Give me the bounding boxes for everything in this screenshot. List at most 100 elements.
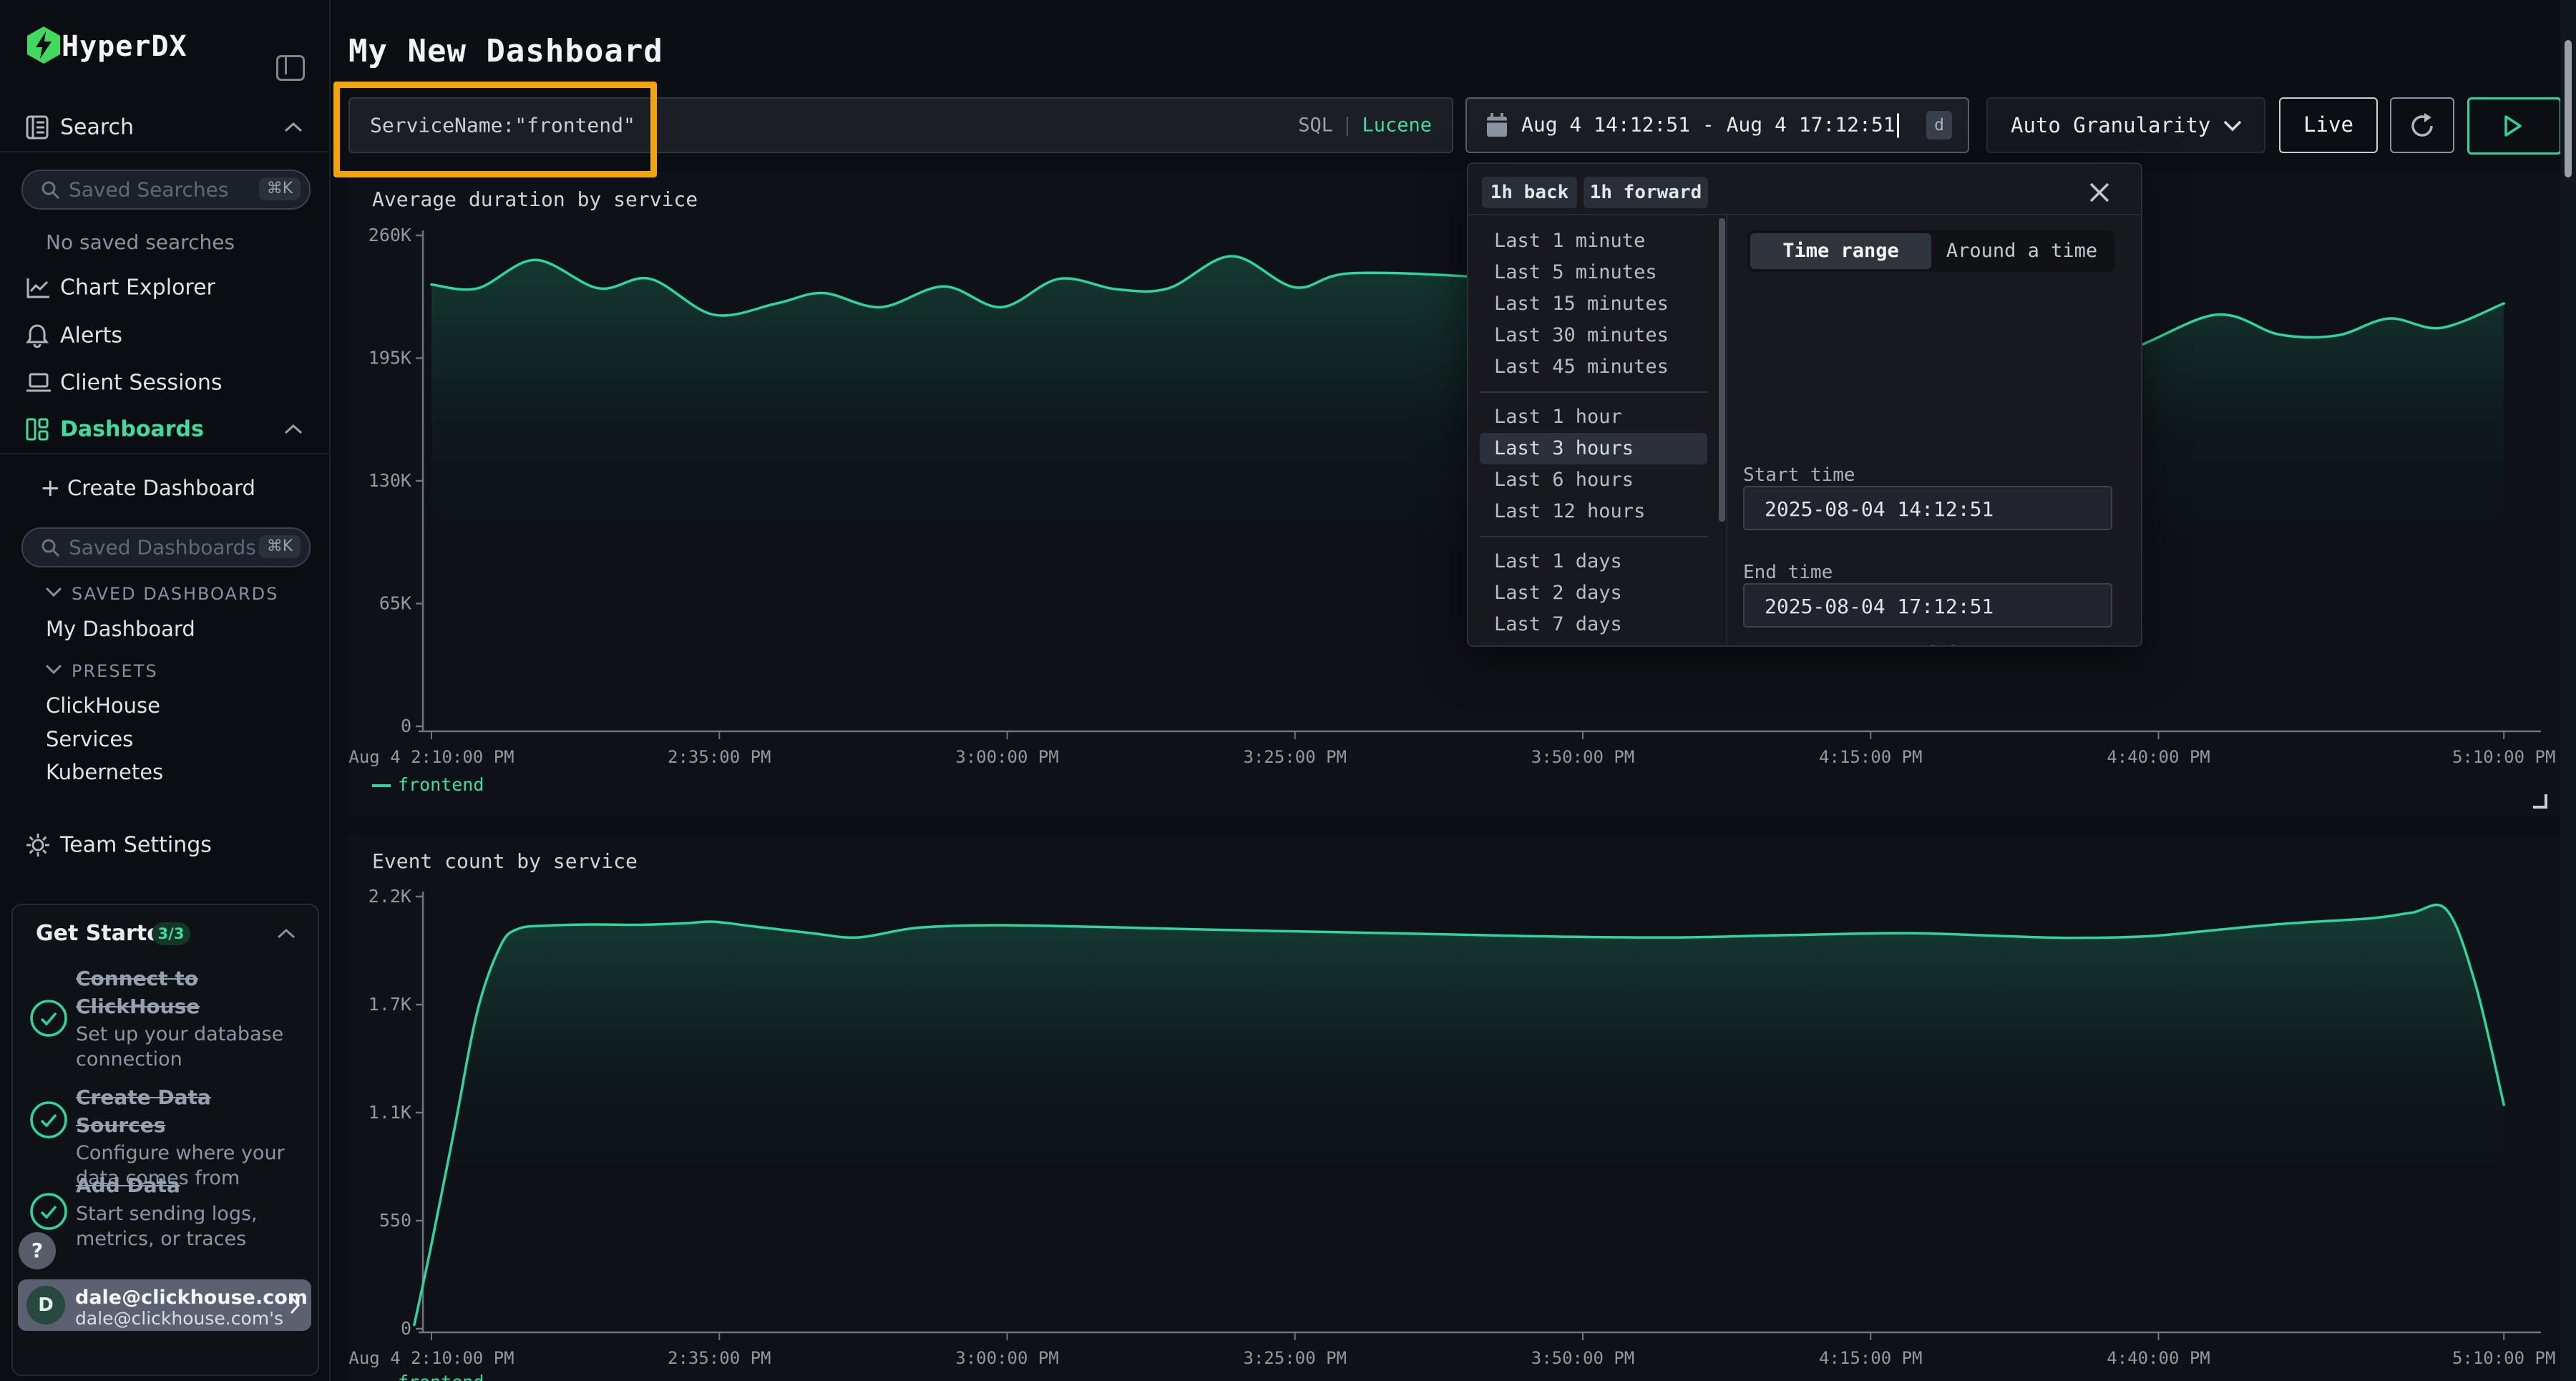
avatar: D: [26, 1286, 65, 1324]
sidebar-item-chart-explorer[interactable]: Chart Explorer: [0, 269, 329, 306]
divider: [1480, 391, 1707, 393]
get-started-item-title: Add Data: [76, 1172, 305, 1200]
time-range-value: Aug 4 14:12:51 - Aug 4 17:12:51: [1521, 113, 1899, 138]
relative-time-option[interactable]: Last 45 minutes: [1480, 351, 1707, 383]
section-saved-dashboards[interactable]: SAVED DASHBOARDS: [72, 584, 278, 604]
chevron-down-icon: [44, 663, 63, 675]
check-circle-icon: [29, 998, 69, 1038]
chevron-down-icon: [2223, 119, 2243, 132]
relative-time-option[interactable]: Last 30 minutes: [1480, 320, 1707, 351]
svg-text:1.7K: 1.7K: [369, 994, 411, 1015]
get-started-item-desc: Start sending logs, metrics, or traces: [76, 1201, 305, 1251]
chart-panel-avg-duration: Average duration by service 065K130K195K…: [348, 172, 2569, 816]
close-icon[interactable]: [2087, 180, 2112, 205]
divider: [1480, 536, 1707, 537]
sidebar-item-label: Search: [60, 115, 134, 140]
svg-text:1.1K: 1.1K: [369, 1102, 411, 1123]
tab-around-a-time[interactable]: Around a time: [1931, 233, 2112, 269]
sidebar-preset-clickhouse[interactable]: ClickHouse: [46, 693, 160, 718]
sql-mode-toggle[interactable]: SQL: [1298, 114, 1333, 137]
chevron-up-icon: [283, 424, 303, 435]
sidebar-item-team-settings[interactable]: Team Settings: [0, 826, 329, 864]
page-scrollbar-thumb[interactable]: [2565, 40, 2572, 177]
relative-time-option[interactable]: Last 2 days: [1480, 577, 1707, 609]
granularity-select[interactable]: Auto Granularity: [1986, 97, 2265, 153]
relative-time-option[interactable]: Last 1 hour: [1480, 401, 1707, 433]
svg-text:0: 0: [401, 1318, 411, 1339]
svg-text:4:15:00 PM: 4:15:00 PM: [1819, 747, 1923, 767]
svg-text:Aug 4 2:10:00 PM: Aug 4 2:10:00 PM: [348, 747, 514, 767]
help-button[interactable]: ?: [19, 1232, 56, 1269]
sidebar-item-label: Dashboards: [60, 417, 204, 442]
no-saved-searches-note: No saved searches: [46, 230, 235, 254]
line-chart: 05501.1K1.7K2.2KAug 4 2:10:00 PM2:35:00 …: [348, 834, 2569, 1381]
sidebar-item-label: Client Sessions: [60, 371, 222, 396]
shift-back-button[interactable]: 1h back: [1482, 177, 1577, 208]
time-range-input[interactable]: Aug 4 14:12:51 - Aug 4 17:12:51 d: [1465, 97, 1969, 153]
relative-time-option[interactable]: Last 6 hours: [1480, 464, 1707, 496]
relative-time-option[interactable]: Last 15 minutes: [1480, 288, 1707, 320]
sidebar-preset-kubernetes[interactable]: Kubernetes: [46, 760, 163, 784]
sidebar-item-alerts[interactable]: Alerts: [0, 317, 329, 354]
get-started-item-desc: Set up your database connection: [76, 1022, 305, 1072]
relative-time-option[interactable]: Last 7 days: [1480, 609, 1707, 640]
start-time-input[interactable]: 2025-08-04 14:12:51: [1743, 486, 2112, 530]
sidebar-dashboard-my-dashboard[interactable]: My Dashboard: [46, 617, 195, 641]
refresh-button[interactable]: [2390, 97, 2454, 153]
line-chart: 065K130K195K260KAug 4 2:10:00 PM2:35:00 …: [348, 172, 2569, 816]
tab-time-range[interactable]: Time range: [1750, 233, 1931, 269]
dashboard-filter-input[interactable]: ServiceName:"frontend" SQL | Lucene: [348, 97, 1453, 153]
section-presets[interactable]: PRESETS: [72, 661, 158, 681]
sidebar-preset-services[interactable]: Services: [46, 727, 133, 751]
relative-time-list: Last 1 minuteLast 5 minutesLast 15 minut…: [1468, 225, 1719, 647]
relative-time-option[interactable]: Last 1 minute: [1480, 225, 1707, 257]
divider: [0, 151, 329, 152]
sidebar-collapse-icon[interactable]: [276, 55, 305, 81]
list-scrollbar[interactable]: [1719, 218, 1725, 522]
relative-time-option[interactable]: Last 14 days: [1480, 640, 1707, 647]
relative-time-option[interactable]: Last 3 hours: [1480, 433, 1707, 464]
create-dashboard-button[interactable]: + Create Dashboard: [0, 469, 329, 507]
get-started-progress-badge: 3/3: [152, 922, 190, 945]
chevron-down-icon: [44, 586, 63, 597]
svg-text:65K: 65K: [379, 593, 411, 614]
svg-text:4:15:00 PM: 4:15:00 PM: [1819, 1348, 1923, 1368]
sidebar-item-client-sessions[interactable]: Client Sessions: [0, 364, 329, 401]
end-time-input[interactable]: 2025-08-04 17:12:51: [1743, 583, 2112, 628]
svg-text:5:10:00 PM: 5:10:00 PM: [2452, 747, 2556, 767]
svg-text:0: 0: [401, 716, 411, 736]
user-menu[interactable]: D dale@clickhouse.com dale@clickhouse.co…: [18, 1279, 311, 1331]
relative-time-option[interactable]: Last 12 hours: [1480, 496, 1707, 527]
hyperdx-logo-icon: [26, 26, 62, 64]
chart-legend[interactable]: frontend: [372, 1372, 484, 1381]
relative-time-option[interactable]: Last 5 minutes: [1480, 257, 1707, 288]
saved-dashboards-input[interactable]: Saved Dashboards ⌘K: [21, 527, 311, 567]
sidebar-item-dashboards[interactable]: Dashboards: [0, 411, 329, 448]
svg-text:260K: 260K: [369, 225, 411, 245]
chevron-up-icon[interactable]: [276, 928, 296, 940]
page-scrollbar-track[interactable]: [2560, 0, 2576, 1381]
relative-time-option[interactable]: Last 1 days: [1480, 546, 1707, 577]
chart-legend[interactable]: frontend: [372, 774, 484, 795]
panel-resize-handle[interactable]: [2533, 794, 2547, 809]
search-section-icon: [26, 115, 49, 140]
chevron-up-icon: [283, 122, 303, 133]
saved-searches-input[interactable]: Saved Searches ⌘K: [21, 170, 311, 210]
chevron-right-icon: [288, 1295, 301, 1315]
gear-icon: [26, 833, 50, 857]
user-subtitle: dale@clickhouse.com's: [75, 1308, 283, 1329]
shortcut-badge: ⌘K: [259, 177, 301, 200]
lucene-mode-toggle[interactable]: Lucene: [1362, 114, 1432, 137]
end-time-label: End time: [1743, 562, 1833, 583]
get-started-item[interactable]: Add Data Start sending logs, metrics, or…: [76, 1172, 305, 1251]
legend-line-swatch: [372, 784, 391, 787]
run-query-button[interactable]: [2467, 97, 2562, 155]
live-button[interactable]: Live: [2279, 97, 2378, 153]
svg-text:4:40:00 PM: 4:40:00 PM: [2107, 747, 2210, 767]
shift-forward-button[interactable]: 1h forward: [1584, 177, 1708, 208]
start-time-label: Start time: [1743, 464, 1855, 486]
svg-text:3:00:00 PM: 3:00:00 PM: [955, 747, 1059, 767]
sidebar-item-search[interactable]: Search: [0, 109, 329, 146]
get-started-item[interactable]: Connect to ClickHouse Set up your databa…: [76, 965, 305, 1072]
search-icon: [40, 537, 60, 557]
